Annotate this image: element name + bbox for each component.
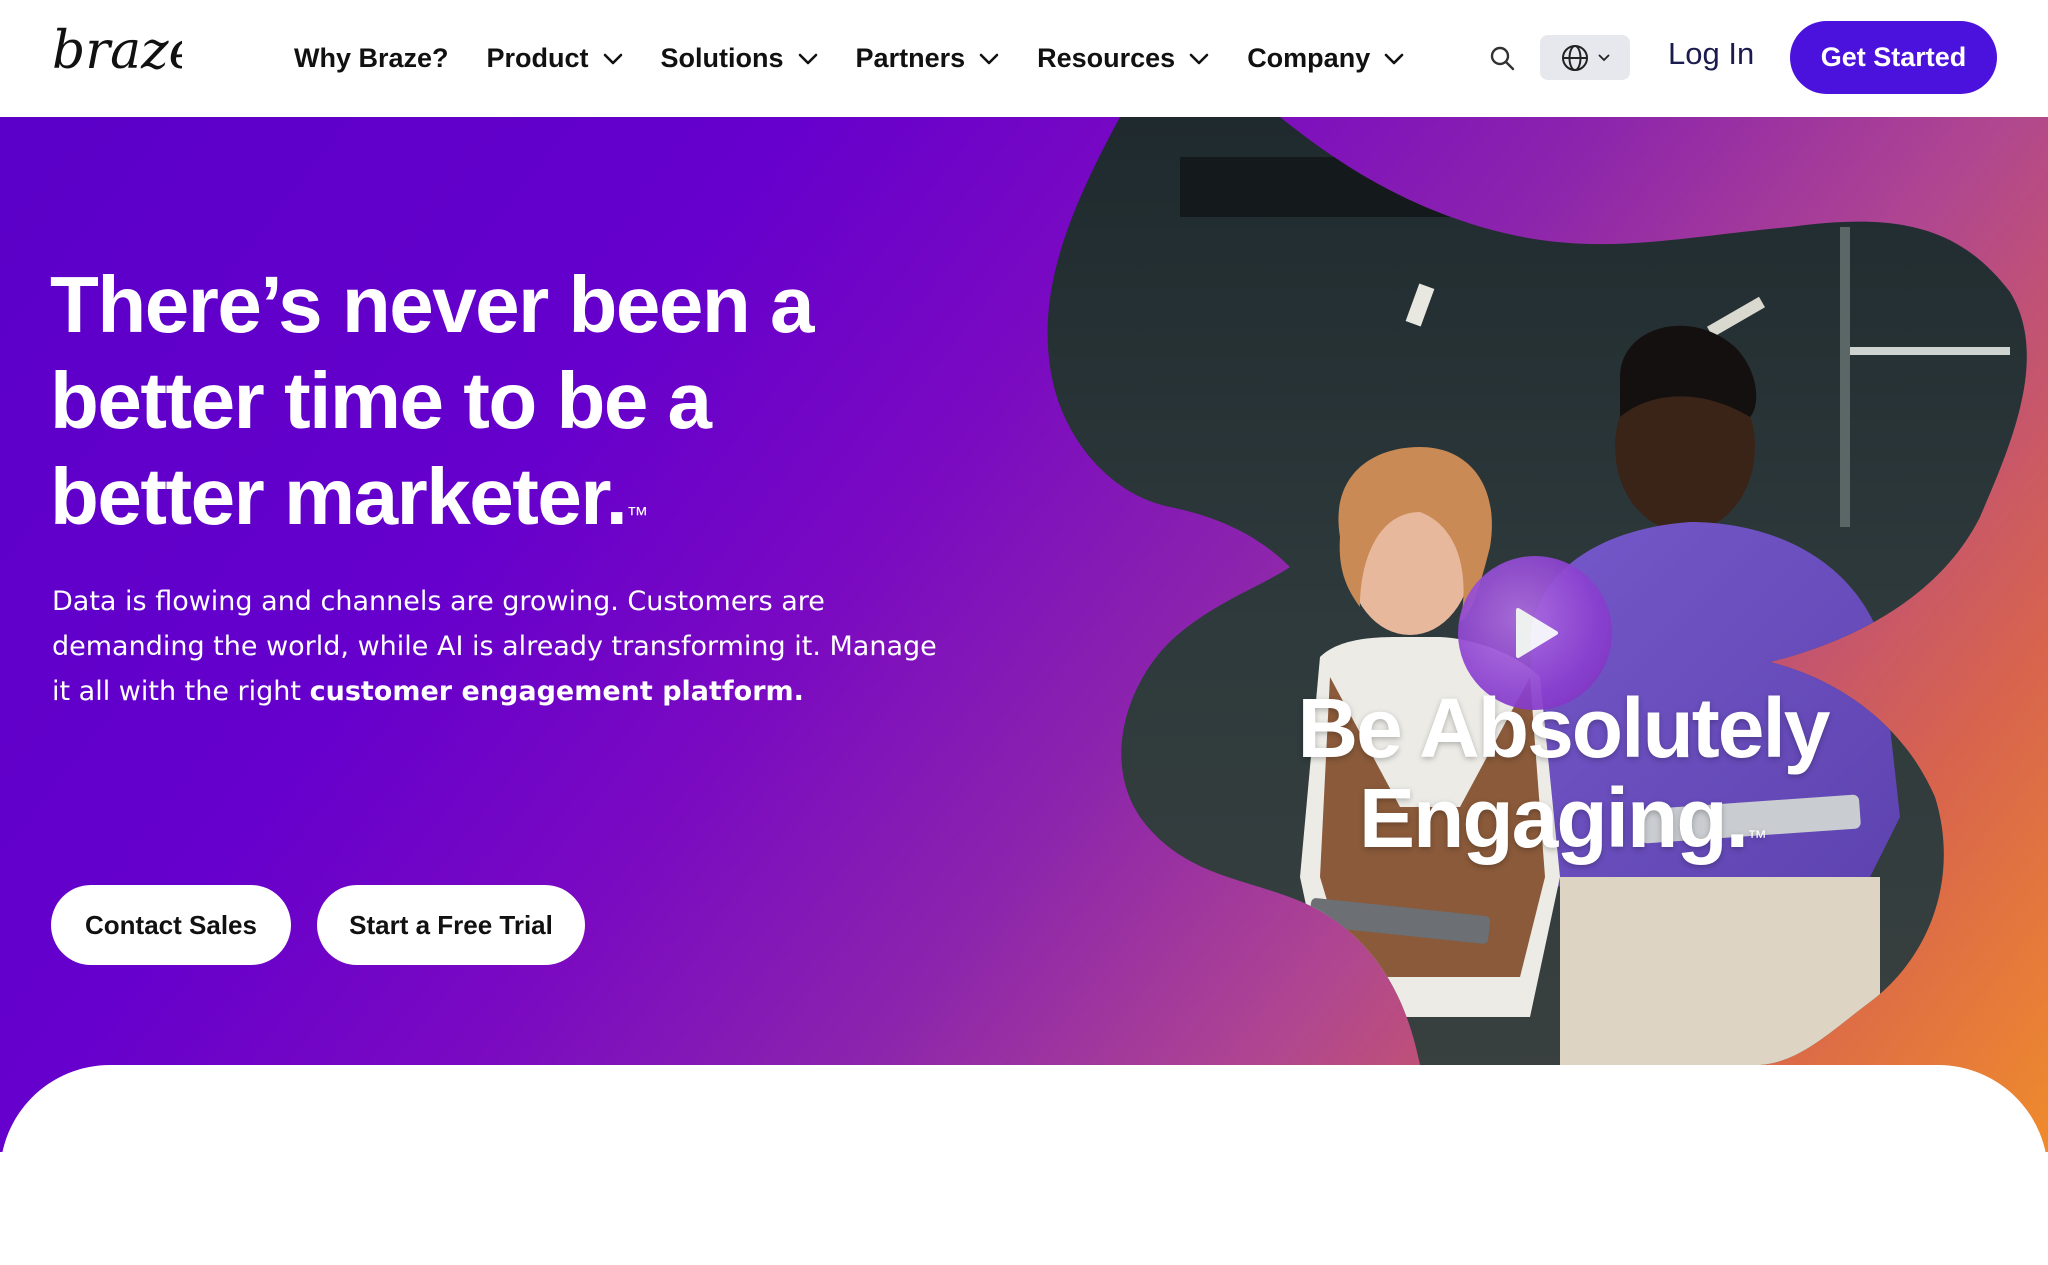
hero-title-line-2: better time to be a — [50, 356, 712, 445]
get-started-button[interactable]: Get Started — [1790, 21, 1997, 94]
free-trial-button[interactable]: Start a Free Trial — [317, 885, 585, 965]
search-icon[interactable] — [1488, 44, 1516, 72]
video-caption: Be Absolutely Engaging.™ — [1253, 683, 1873, 863]
nav-item-company[interactable]: Company — [1247, 43, 1404, 74]
globe-icon — [1562, 44, 1588, 71]
play-icon — [1516, 608, 1558, 658]
language-selector[interactable] — [1540, 35, 1630, 80]
nav-item-label: Why Braze? — [294, 43, 449, 73]
trademark-symbol: ™ — [626, 502, 649, 527]
nav-item-label: Company — [1247, 43, 1371, 73]
nav-item-label: Product — [486, 43, 589, 73]
hero-title-line-1: There’s never been a — [50, 260, 814, 349]
nav-item-partners[interactable]: Partners — [856, 43, 1000, 74]
nav-item-why-braze[interactable]: Why Braze? — [294, 43, 449, 74]
trademark-symbol: ™ — [1746, 827, 1767, 849]
hero-title: There’s never been a better time to be a… — [50, 257, 870, 545]
hero-description: Data is flowing and channels are growing… — [52, 579, 952, 714]
chevron-down-icon — [1384, 53, 1404, 64]
nav-item-resources[interactable]: Resources — [1037, 43, 1209, 74]
chevron-down-icon — [603, 53, 622, 64]
site-header: braze Why Braze? Product Solutions Partn… — [0, 0, 2048, 117]
main-nav: Why Braze? Product Solutions Partners Re… — [294, 0, 1442, 117]
chevron-down-icon — [979, 53, 999, 64]
chevron-down-icon — [1189, 53, 1209, 64]
video-caption-line-2: Engaging. — [1359, 771, 1749, 865]
hero-title-line-3: better marketer. — [50, 452, 628, 541]
next-section-card — [0, 1065, 2048, 1265]
nav-item-solutions[interactable]: Solutions — [661, 43, 818, 74]
nav-item-product[interactable]: Product — [487, 43, 623, 74]
chevron-down-icon — [798, 53, 817, 64]
login-link[interactable]: Log In — [1668, 36, 1754, 72]
nav-item-label: Partners — [855, 43, 966, 73]
hero-section: There’s never been a better time to be a… — [0, 117, 2048, 1152]
nav-item-label: Resources — [1037, 43, 1176, 73]
svg-text:braze: braze — [52, 21, 182, 81]
video-caption-line-1: Be Absolutely — [1297, 681, 1831, 775]
contact-sales-button[interactable]: Contact Sales — [51, 885, 291, 965]
nav-item-label: Solutions — [660, 43, 784, 73]
hero-description-emphasis: customer engagement platform. — [309, 676, 804, 707]
braze-logo[interactable]: braze — [50, 18, 182, 90]
chevron-down-icon — [1598, 54, 1610, 61]
